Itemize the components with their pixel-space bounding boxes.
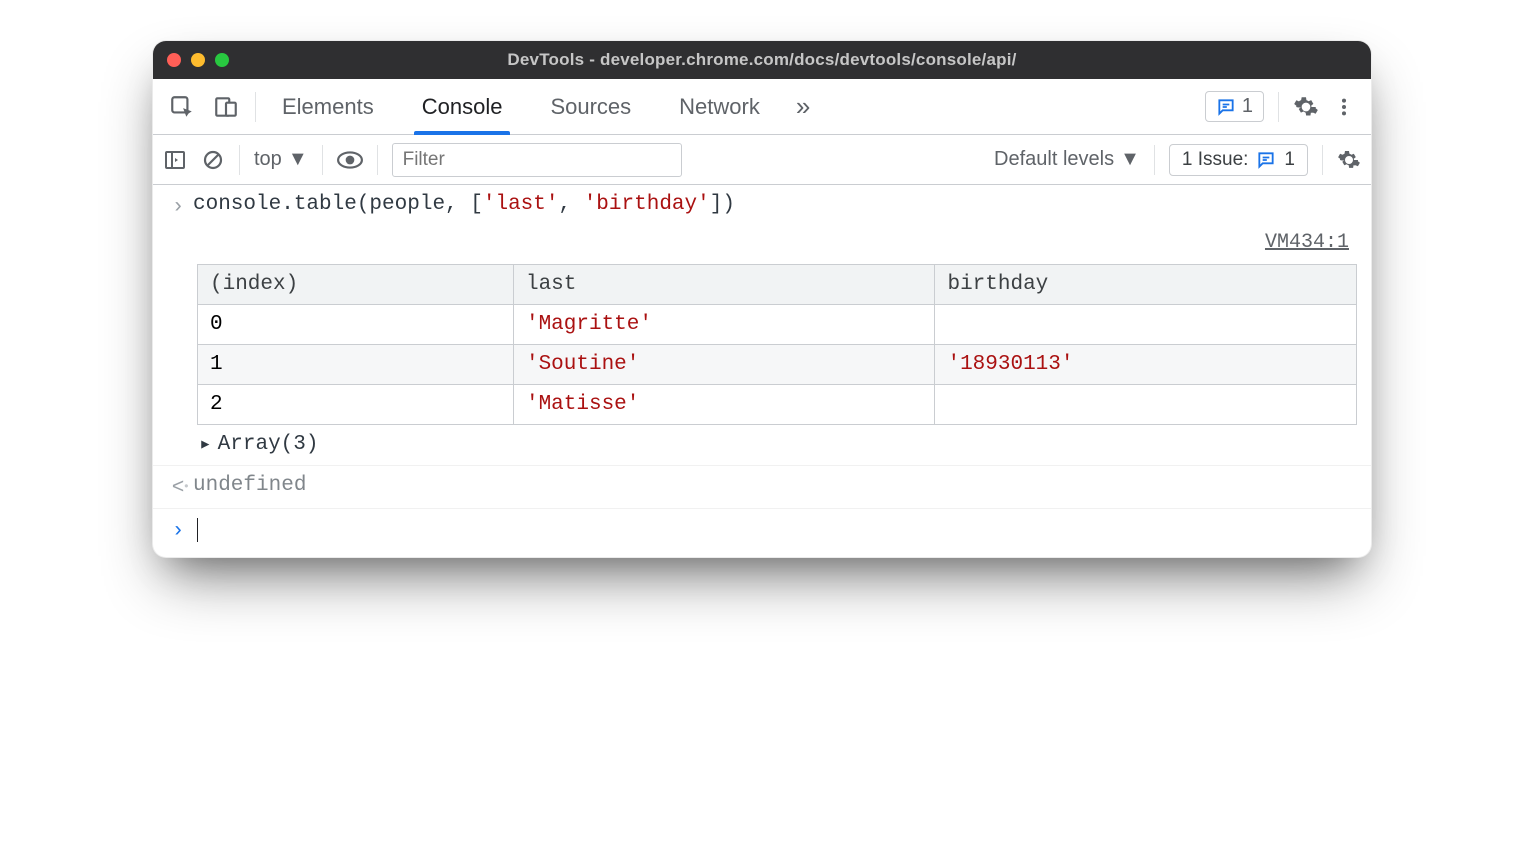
array-disclosure[interactable]: ▸ Array(3)	[197, 425, 1357, 457]
live-expression-icon[interactable]	[337, 150, 363, 170]
prompt-chevron-icon: ›	[172, 520, 185, 543]
minimize-window-icon[interactable]	[191, 53, 205, 67]
device-toggle-icon[interactable]	[213, 94, 239, 120]
input-chevron-icon: ›	[172, 196, 185, 219]
table-row[interactable]: 2 'Matisse'	[198, 385, 1357, 425]
output-chevron-icon: <•	[172, 477, 185, 500]
inspect-icon[interactable]	[169, 94, 195, 120]
sidebar-toggle-icon[interactable]	[163, 148, 187, 172]
devtools-tabs: Elements Console Sources Network » 1	[153, 79, 1371, 135]
table-row[interactable]: 0 'Magritte'	[198, 305, 1357, 345]
kebab-menu-icon[interactable]	[1333, 94, 1355, 120]
return-value: undefined	[193, 474, 306, 497]
chevron-down-icon: ▼	[1120, 148, 1140, 171]
console-table-output: (index) last birthday 0 'Magritte' 1 'So…	[153, 260, 1371, 465]
data-table: (index) last birthday 0 'Magritte' 1 'So…	[197, 264, 1357, 425]
issues-badge[interactable]: 1	[1205, 91, 1264, 122]
console-toolbar: top ▼ Default levels ▼ 1 Issue: 1	[153, 135, 1371, 185]
window-controls	[167, 53, 229, 67]
tab-elements[interactable]: Elements	[260, 79, 396, 134]
log-levels-selector[interactable]: Default levels ▼	[994, 148, 1140, 171]
console-settings-gear-icon[interactable]	[1337, 148, 1361, 172]
col-last[interactable]: last	[513, 265, 935, 305]
filter-input[interactable]	[392, 143, 682, 177]
context-selector[interactable]: top ▼	[254, 148, 308, 171]
clear-console-icon[interactable]	[201, 148, 225, 172]
titlebar: DevTools - developer.chrome.com/docs/dev…	[153, 41, 1371, 79]
console-return-row: <• undefined	[153, 465, 1371, 509]
tab-network[interactable]: Network	[657, 79, 782, 134]
devtools-window: DevTools - developer.chrome.com/docs/dev…	[152, 40, 1372, 558]
chevron-down-icon: ▼	[288, 148, 308, 171]
col-index[interactable]: (index)	[198, 265, 514, 305]
window-title: DevTools - developer.chrome.com/docs/dev…	[153, 50, 1371, 70]
more-tabs-icon[interactable]: »	[786, 91, 820, 122]
source-link[interactable]: VM434:1	[153, 227, 1371, 260]
tab-sources[interactable]: Sources	[528, 79, 653, 134]
col-birthday[interactable]: birthday	[935, 265, 1357, 305]
text-caret	[197, 518, 198, 542]
issues-chip[interactable]: 1 Issue: 1	[1169, 144, 1308, 176]
triangle-right-icon: ▸	[199, 431, 212, 457]
console-command: console.table(people, ['last', 'birthday…	[193, 193, 735, 216]
close-window-icon[interactable]	[167, 53, 181, 67]
maximize-window-icon[interactable]	[215, 53, 229, 67]
table-row[interactable]: 1 'Soutine' '18930113'	[198, 345, 1357, 385]
console-prompt[interactable]: ›	[153, 509, 1371, 557]
tab-console[interactable]: Console	[400, 79, 525, 134]
table-header-row: (index) last birthday	[198, 265, 1357, 305]
gear-icon[interactable]	[1293, 94, 1319, 120]
console-input-echo: › console.table(people, ['last', 'birthd…	[153, 185, 1371, 227]
console-output: › console.table(people, ['last', 'birthd…	[153, 185, 1371, 557]
